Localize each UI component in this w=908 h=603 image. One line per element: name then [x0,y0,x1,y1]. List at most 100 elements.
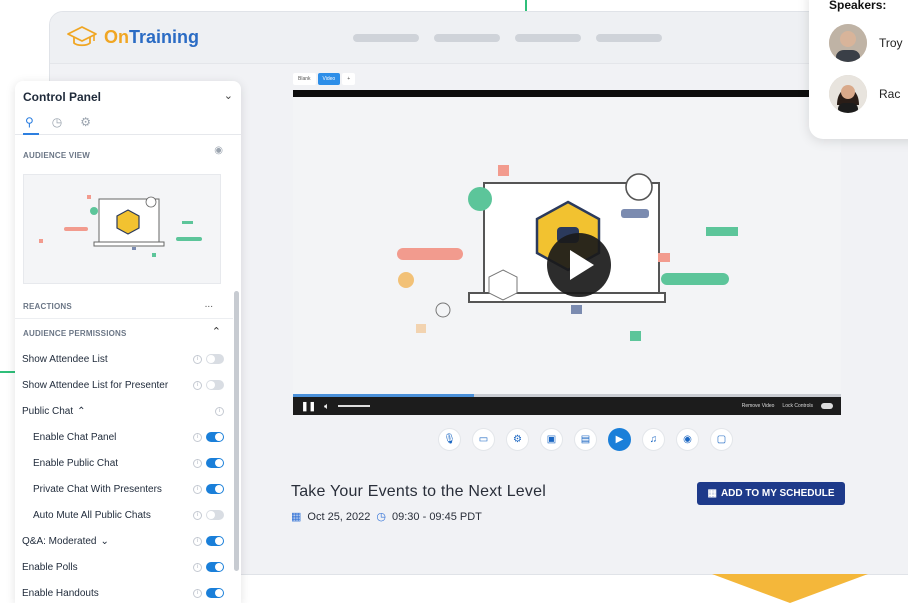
add-to-schedule-label: ADD TO MY SCHEDULE [720,488,835,499]
chat-icon[interactable]: ▢ [710,428,733,451]
volume-icon[interactable]: 🔈︎ [324,401,329,412]
video-icon[interactable]: ▶ [608,428,631,451]
toggle-switch[interactable] [206,562,224,572]
permission-row[interactable]: Private Chat With Presenters i [33,480,226,498]
tab-add[interactable]: + [342,73,356,85]
permission-row[interactable]: Auto Mute All Public Chats i [33,506,226,524]
permission-row[interactable]: Q&A: Moderated ⌄ i [22,532,226,550]
info-icon[interactable]: i [193,536,202,546]
event-title: Take Your Events to the Next Level [291,483,546,500]
slides-icon[interactable]: ▤ [574,428,597,451]
toggle-switch[interactable] [206,380,224,390]
speakers-card: Speakers: Troy Rac [809,0,908,139]
pause-icon[interactable]: ❚❚ [301,401,316,412]
broadcast-icon[interactable]: ◉ [676,428,699,451]
graduation-cap-icon [67,26,97,47]
info-icon[interactable]: i [193,562,202,572]
video-controls: ❚❚ 🔈︎ Remove Video Lock Controls [293,397,841,415]
permission-label: Auto Mute All Public Chats [33,509,151,521]
user-icon[interactable]: ⚲ [25,115,34,129]
info-icon[interactable]: i [193,510,202,520]
info-icon[interactable]: i [193,380,202,390]
decorative-chevron [712,574,868,603]
control-panel: Control Panel ⌄ ⚲ ◷ ⚙ AUDIENCE VIEW ◉ RE… [15,81,241,603]
nav-placeholder[interactable] [515,34,581,42]
event-time: 09:30 - 09:45 PDT [392,510,482,523]
toggle-switch[interactable] [206,354,224,364]
chevron-down-icon[interactable]: ⌄ [100,536,108,547]
chevron-up-icon[interactable]: ⌃ [212,325,221,338]
permission-row[interactable]: Show Attendee List for Presenter i [22,376,226,394]
info-icon[interactable]: i [193,588,202,598]
audience-view-label: AUDIENCE VIEW [23,151,91,160]
calendar-icon: ▦ [707,488,717,499]
lock-controls-label: Lock Controls [782,403,813,409]
control-panel-tabs: ⚲ ◷ ⚙ [25,115,91,129]
speaker-item[interactable]: Rac [829,75,900,113]
tab-blank[interactable]: Blank [293,73,316,85]
camera-icon[interactable]: ▭ [472,428,495,451]
divider [15,134,241,135]
chevron-down-icon[interactable]: ⌄ [224,89,233,102]
permission-label: Enable Chat Panel [33,431,117,443]
toggle-switch[interactable] [206,510,224,520]
info-icon[interactable]: i [193,458,202,468]
permission-row[interactable]: Enable Public Chat i [33,454,226,472]
permission-label: Show Attendee List for Presenter [22,379,169,391]
scrollbar[interactable] [234,291,239,571]
logo[interactable]: OnTraining [66,24,199,50]
toggle-switch[interactable] [206,432,224,442]
logo-text: OnTraining [104,26,200,47]
tab-video[interactable]: Video [317,73,341,85]
permission-row[interactable]: Enable Handouts i [22,584,226,602]
toggle-switch[interactable] [206,588,224,598]
toggle-switch[interactable] [206,484,224,494]
permission-row[interactable]: Public Chat ⌃ i [22,402,226,420]
info-icon[interactable]: i [215,406,224,416]
speakers-title: Speakers: [829,0,887,12]
info-icon[interactable]: i [193,432,202,442]
permission-label: Private Chat With Presenters [33,483,162,495]
active-tab-indicator [23,133,39,135]
permission-label: Show Attendee List [22,353,108,365]
microphone-icon[interactable]: 🎙︎ [438,428,461,451]
settings-icon[interactable]: ⚙ [506,428,529,451]
music-icon[interactable]: ♫ [642,428,665,451]
reactions-label: REACTIONS [23,302,72,311]
volume-slider[interactable] [337,405,370,407]
divider [15,318,233,319]
permission-label: Public Chat [22,405,74,417]
audience-permissions-label: AUDIENCE PERMISSIONS [23,329,127,338]
add-to-schedule-button[interactable]: ▦ ADD TO MY SCHEDULE [697,482,845,505]
calendar-icon: ▦ [291,511,302,523]
video-player: Blank Video + ❚❚ 🔈︎ Remove Video Lock Co… [293,73,841,415]
clock-icon[interactable]: ◷ [52,115,62,129]
speaker-name: Troy [879,36,903,50]
control-panel-title: Control Panel [23,90,102,104]
avatar [829,24,867,62]
permission-label: Enable Public Chat [33,457,119,469]
info-icon[interactable]: i [193,484,202,494]
speaker-name: Rac [879,87,901,101]
event-meta: ▦ Oct 25, 2022 ◷ 09:30 - 09:45 PDT [291,510,482,524]
eye-icon[interactable]: ◉ [214,145,223,156]
speaker-item[interactable]: Troy [829,24,903,62]
toggle-switch[interactable] [206,458,224,468]
more-icon[interactable]: ... [205,299,213,310]
chevron-up-icon[interactable]: ⌃ [77,406,85,417]
permission-row[interactable]: Show Attendee List i [22,350,226,368]
presenter-toolbar: 🎙︎ ▭ ⚙ ▣ ▤ ▶ ♫ ◉ ▢ [438,428,733,451]
remove-video-button[interactable]: Remove Video [742,403,775,409]
lock-controls-toggle[interactable] [821,403,833,409]
nav-placeholder[interactable] [434,34,500,42]
permission-row[interactable]: Enable Chat Panel i [33,428,226,446]
video-frame[interactable]: ❚❚ 🔈︎ Remove Video Lock Controls [293,90,841,415]
nav-placeholder[interactable] [596,34,662,42]
toggle-switch[interactable] [206,536,224,546]
audience-view-thumbnail[interactable] [23,174,221,284]
gear-icon[interactable]: ⚙ [80,115,91,129]
info-icon[interactable]: i [193,354,202,364]
nav-placeholder[interactable] [353,34,419,42]
screen-share-icon[interactable]: ▣ [540,428,563,451]
permission-row[interactable]: Enable Polls i [22,558,226,576]
